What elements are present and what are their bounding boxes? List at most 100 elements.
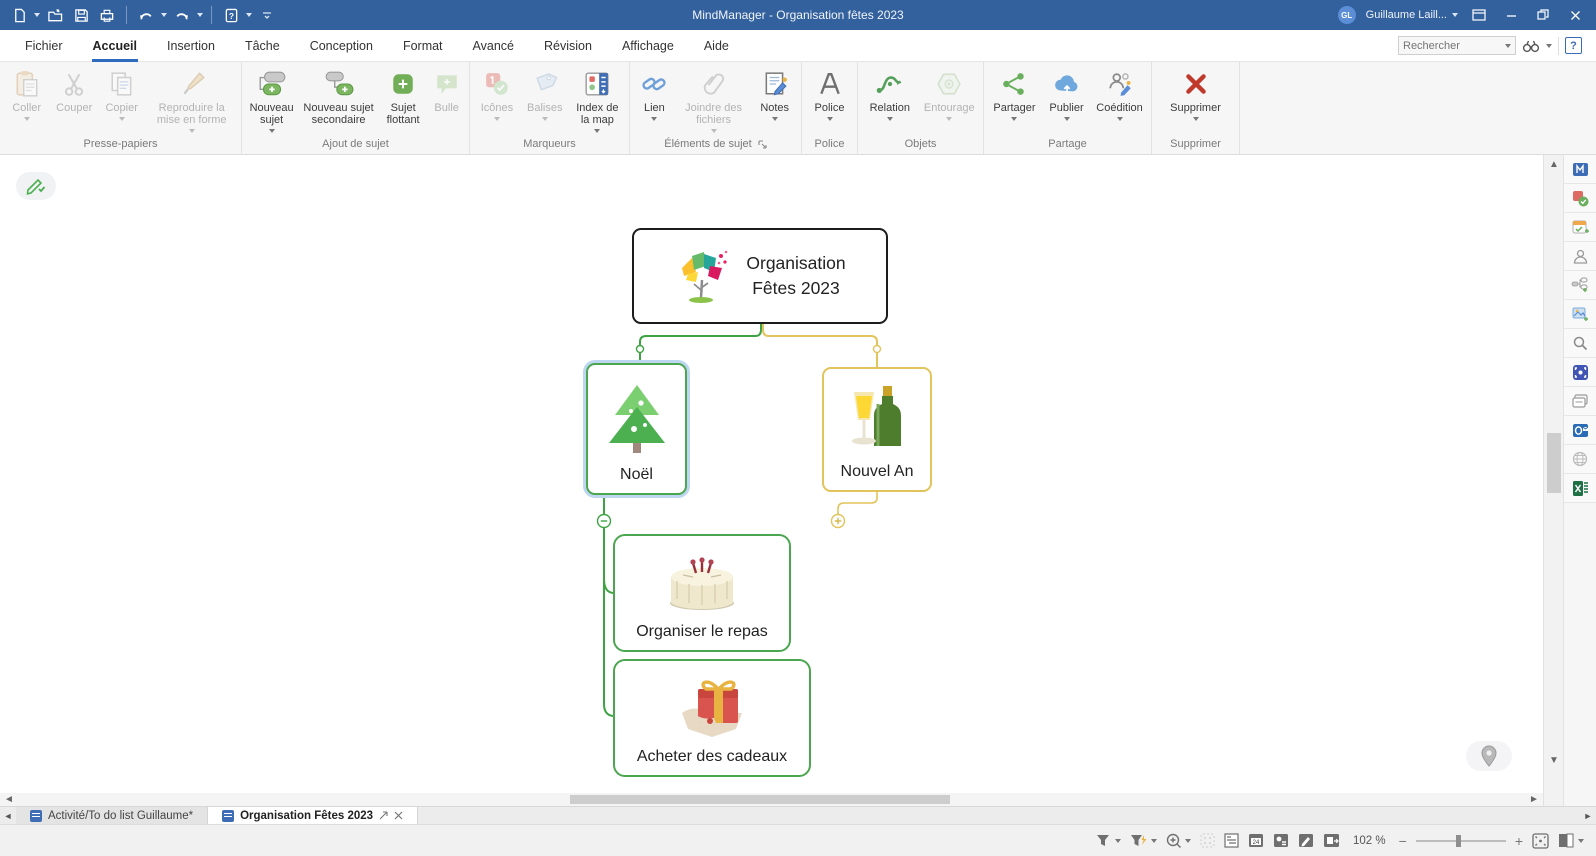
- close-tab-icon[interactable]: [394, 811, 403, 820]
- sidebar-item-browser[interactable]: [1564, 445, 1596, 474]
- floating-topic-button[interactable]: Sujet flottant: [380, 65, 426, 126]
- font-button[interactable]: Police: [806, 65, 853, 121]
- ribbon-display-options-icon[interactable]: [1468, 4, 1490, 26]
- redo-icon[interactable]: [171, 4, 193, 26]
- float-tab-icon[interactable]: [379, 811, 388, 820]
- sidebar-item-contacts[interactable]: [1564, 242, 1596, 271]
- boundary-button[interactable]: Entourage: [920, 65, 979, 121]
- gantt-calendar-button[interactable]: 24: [1248, 833, 1264, 848]
- fit-map-button[interactable]: [1532, 833, 1549, 849]
- cut-button[interactable]: Couper: [51, 65, 96, 114]
- search-input[interactable]: [1403, 40, 1505, 52]
- customize-toolbar-icon[interactable]: [256, 4, 278, 26]
- zoom-slider-thumb[interactable]: [1456, 835, 1461, 847]
- edit-mode-indicator[interactable]: [16, 172, 56, 200]
- collapse-branch-button[interactable]: [594, 511, 614, 531]
- sidebar-item-slides[interactable]: [1564, 387, 1596, 416]
- topic-nouvel-an[interactable]: Nouvel An: [822, 367, 932, 492]
- find-chevron-icon[interactable]: [1546, 44, 1552, 48]
- new-document-chevron-icon[interactable]: [34, 13, 40, 17]
- help-document-icon[interactable]: ?: [220, 4, 242, 26]
- map-canvas[interactable]: Organisation Fêtes 2023 Noël: [0, 155, 1543, 793]
- horizontal-scrollbar-thumb[interactable]: [570, 795, 950, 804]
- tab-conception[interactable]: Conception: [295, 30, 388, 62]
- zoom-out-button[interactable]: −: [1399, 833, 1407, 849]
- zoom-slider[interactable]: [1416, 840, 1506, 842]
- subtopic-organiser-le-repas[interactable]: Organiser le repas: [613, 534, 791, 652]
- sidebar-item-map-parts[interactable]: [1564, 271, 1596, 300]
- search-dropdown-chevron-icon[interactable]: [1505, 44, 1511, 48]
- tab-tache[interactable]: Tâche: [230, 30, 295, 62]
- publish-button[interactable]: Publier: [1043, 65, 1090, 121]
- delete-button[interactable]: Supprimer: [1163, 65, 1229, 121]
- avatar[interactable]: GL: [1338, 6, 1356, 24]
- callout-button[interactable]: Bulle: [428, 65, 465, 114]
- subtopic-acheter-des-cadeaux[interactable]: Acheter des cadeaux: [613, 659, 811, 777]
- scroll-up-arrow[interactable]: ▲: [1544, 159, 1564, 170]
- tags-button[interactable]: Balises: [522, 65, 568, 121]
- ink-pen-button[interactable]: [1298, 833, 1314, 848]
- sidebar-item-task-info[interactable]: [1564, 213, 1596, 242]
- new-document-icon[interactable]: [8, 4, 30, 26]
- filter-button[interactable]: [1096, 834, 1121, 847]
- vertical-scrollbar-thumb[interactable]: [1547, 433, 1561, 493]
- user-menu[interactable]: Guillaume Laill...: [1366, 9, 1458, 21]
- minimize-button[interactable]: [1500, 4, 1522, 26]
- sidebar-item-search[interactable]: [1564, 329, 1596, 358]
- help-icon[interactable]: ?: [1565, 37, 1582, 54]
- new-topic-button[interactable]: Nouveau sujet: [246, 65, 297, 133]
- schedule-view-button[interactable]: [1273, 833, 1289, 848]
- sidebar-item-snapshot[interactable]: [1564, 358, 1596, 387]
- scroll-right-arrow[interactable]: ►: [1527, 794, 1541, 805]
- central-topic[interactable]: Organisation Fêtes 2023: [632, 228, 888, 324]
- tab-insertion[interactable]: Insertion: [152, 30, 230, 62]
- search-box[interactable]: [1398, 36, 1516, 55]
- tab-scroll-left-arrow[interactable]: ◄: [0, 807, 16, 824]
- scroll-left-arrow[interactable]: ◄: [2, 794, 16, 805]
- scroll-down-arrow[interactable]: ▼: [1544, 755, 1564, 766]
- close-button[interactable]: [1564, 4, 1586, 26]
- sidebar-item-library[interactable]: [1564, 155, 1596, 184]
- sidebar-item-images[interactable]: [1564, 300, 1596, 329]
- undo-icon[interactable]: [135, 4, 157, 26]
- paste-button[interactable]: Coller: [4, 65, 49, 121]
- presentation-view-button[interactable]: [1323, 833, 1340, 848]
- tab-scroll-right-arrow[interactable]: ►: [1580, 807, 1596, 824]
- zoom-in-button[interactable]: +: [1515, 833, 1523, 849]
- outline-view-button[interactable]: [1224, 833, 1239, 848]
- restore-button[interactable]: [1532, 4, 1554, 26]
- tab-fichier[interactable]: Fichier: [10, 30, 78, 62]
- tab-avance[interactable]: Avancé: [458, 30, 529, 62]
- map-index-button[interactable]: Index de la map: [570, 65, 625, 133]
- horizontal-scrollbar[interactable]: ◄ ►: [0, 793, 1543, 806]
- find-binoculars-icon[interactable]: [1522, 39, 1540, 53]
- link-button[interactable]: Lien: [634, 65, 675, 121]
- share-button[interactable]: Partager: [988, 65, 1041, 121]
- power-filter-button[interactable]: [1130, 834, 1157, 847]
- task-pane-toggle-button[interactable]: [1558, 833, 1584, 848]
- attach-files-button[interactable]: Joindre des fichiers: [677, 65, 751, 133]
- balanced-map-view-button[interactable]: [1200, 833, 1215, 848]
- copy-button[interactable]: Copier: [99, 65, 144, 121]
- help-chevron-icon[interactable]: [246, 13, 252, 17]
- vertical-scrollbar[interactable]: ▲ ▼: [1543, 155, 1563, 806]
- relationship-button[interactable]: Relation: [862, 65, 918, 121]
- tab-revision[interactable]: Révision: [529, 30, 607, 62]
- coediting-button[interactable]: Coédition: [1092, 65, 1147, 121]
- document-tab-organisation-fetes[interactable]: Organisation Fêtes 2023: [208, 807, 418, 824]
- sidebar-item-icon-markers[interactable]: [1564, 184, 1596, 213]
- tab-format[interactable]: Format: [388, 30, 458, 62]
- sidebar-item-outlook[interactable]: [1564, 416, 1596, 445]
- print-icon[interactable]: [96, 4, 118, 26]
- document-tab-activite[interactable]: Activité/To do list Guillaume*: [16, 807, 208, 824]
- topic-noel[interactable]: Noël: [586, 363, 687, 495]
- tab-affichage[interactable]: Affichage: [607, 30, 689, 62]
- tab-accueil[interactable]: Accueil: [78, 30, 152, 62]
- dialog-launcher-icon[interactable]: [758, 140, 767, 149]
- icons-button[interactable]: Icônes: [474, 65, 520, 121]
- tab-aide[interactable]: Aide: [689, 30, 744, 62]
- save-icon[interactable]: [70, 4, 92, 26]
- sidebar-item-excel[interactable]: [1564, 474, 1596, 503]
- expand-branch-button[interactable]: [828, 511, 848, 531]
- locate-map-pin-button[interactable]: [1466, 741, 1512, 771]
